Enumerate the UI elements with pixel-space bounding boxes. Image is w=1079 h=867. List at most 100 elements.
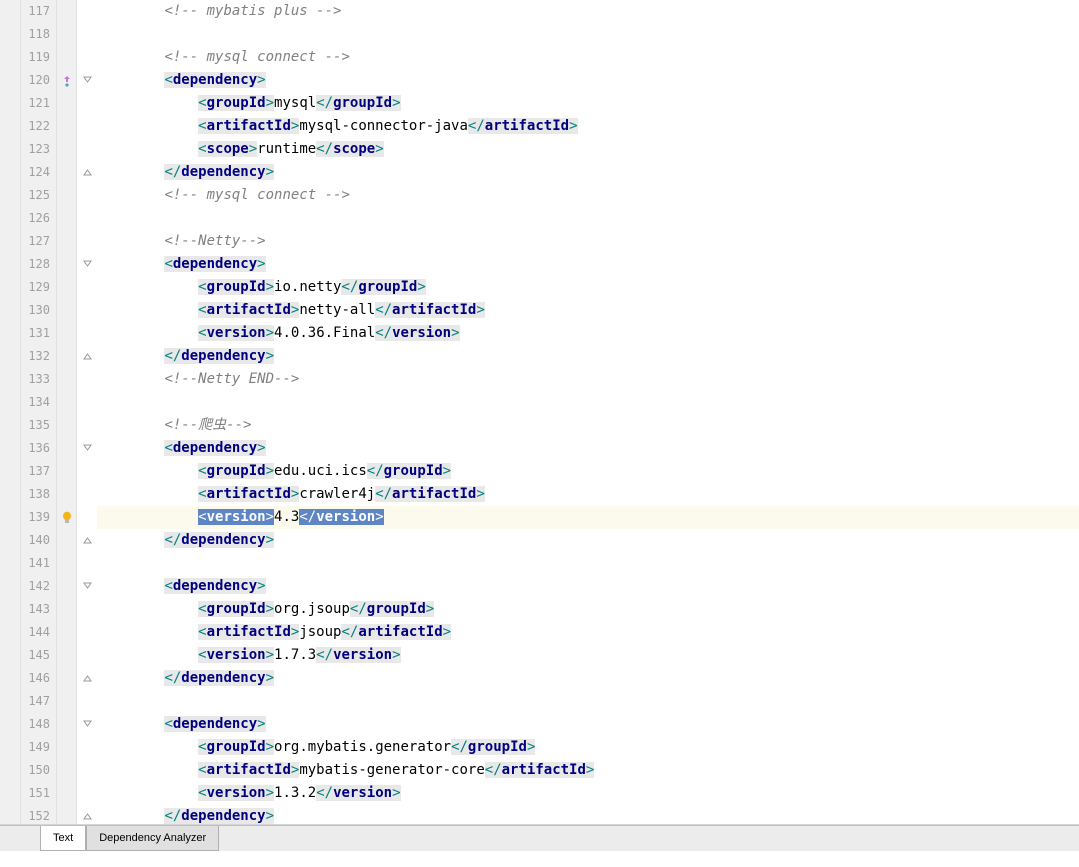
fold-start-icon[interactable] xyxy=(82,443,93,454)
fold-end-icon[interactable] xyxy=(82,351,93,362)
gutter-marker-column xyxy=(57,0,77,824)
code-content[interactable]: <!-- mybatis plus --> <!-- mysql connect… xyxy=(97,0,1079,824)
text: io.netty xyxy=(274,279,341,295)
line-number: 131 xyxy=(21,322,56,345)
text: 1.7.3 xyxy=(274,647,316,663)
line-number: 142 xyxy=(21,575,56,598)
tag: dependency xyxy=(181,532,265,548)
line-number: 128 xyxy=(21,253,56,276)
tag: artifactId xyxy=(207,486,291,502)
text: mysql xyxy=(274,95,316,111)
text: mybatis-generator-core xyxy=(299,762,484,778)
tag: artifactId xyxy=(392,302,476,318)
fold-start-icon[interactable] xyxy=(82,75,93,86)
fold-end-icon[interactable] xyxy=(82,811,93,822)
line-number: 141 xyxy=(21,552,56,575)
line-number: 119 xyxy=(21,46,56,69)
implemented-icon[interactable] xyxy=(61,75,73,87)
text: edu.uci.ics xyxy=(274,463,367,479)
line-number: 140 xyxy=(21,529,56,552)
tag: groupId xyxy=(207,739,266,755)
line-number: 125 xyxy=(21,184,56,207)
tag: dependency xyxy=(181,348,265,364)
line-number: 129 xyxy=(21,276,56,299)
text: 4.3 xyxy=(274,509,299,525)
current-line: <version>4.3</version> xyxy=(97,506,1079,529)
tag: dependency xyxy=(181,164,265,180)
fold-end-icon[interactable] xyxy=(82,535,93,546)
line-number: 150 xyxy=(21,759,56,782)
tag: version xyxy=(207,647,266,663)
text: netty-all xyxy=(299,302,375,318)
line-number: 133 xyxy=(21,368,56,391)
line-number: 145 xyxy=(21,644,56,667)
tag: groupId xyxy=(207,463,266,479)
line-number: 148 xyxy=(21,713,56,736)
fold-start-icon[interactable] xyxy=(82,259,93,270)
tag: version xyxy=(207,785,266,801)
line-number: 135 xyxy=(21,414,56,437)
fold-start-icon[interactable] xyxy=(82,581,93,592)
selection: <version> xyxy=(198,509,274,525)
line-number: 127 xyxy=(21,230,56,253)
tag: groupId xyxy=(367,601,426,617)
line-number: 130 xyxy=(21,299,56,322)
tag: artifactId xyxy=(207,624,291,640)
line-number: 136 xyxy=(21,437,56,460)
tab-text[interactable]: Text xyxy=(40,826,86,851)
tag: dependency xyxy=(173,440,257,456)
line-number: 144 xyxy=(21,621,56,644)
tag: dependency xyxy=(181,808,265,824)
tag: groupId xyxy=(358,279,417,295)
tag: groupId xyxy=(468,739,527,755)
text: runtime xyxy=(257,141,316,157)
line-number: 152 xyxy=(21,805,56,828)
text: org.jsoup xyxy=(274,601,350,617)
xml-comment: <!-- mybatis plus --> xyxy=(164,3,341,19)
code-editor: 117 118 119 120 121 122 123 124 125 126 … xyxy=(0,0,1079,825)
line-number: 137 xyxy=(21,460,56,483)
editor-bottom-tabs: Text Dependency Analyzer xyxy=(0,825,1079,851)
line-number: 149 xyxy=(21,736,56,759)
xml-comment: <!-- mysql connect --> xyxy=(164,49,349,65)
tag: dependency xyxy=(173,716,257,732)
tag: artifactId xyxy=(207,118,291,134)
fold-end-icon[interactable] xyxy=(82,673,93,684)
line-number: 138 xyxy=(21,483,56,506)
text: 1.3.2 xyxy=(274,785,316,801)
tag: artifactId xyxy=(502,762,586,778)
tag: groupId xyxy=(207,601,266,617)
intention-bulb-icon[interactable] xyxy=(61,511,73,525)
line-number: 146 xyxy=(21,667,56,690)
fold-start-icon[interactable] xyxy=(82,719,93,730)
tag: version xyxy=(207,325,266,341)
tag: dependency xyxy=(173,578,257,594)
line-number: 120 xyxy=(21,69,56,92)
line-number: 122 xyxy=(21,115,56,138)
fold-column xyxy=(77,0,97,824)
line-number: 117 xyxy=(21,0,56,23)
line-number: 126 xyxy=(21,207,56,230)
tag: version xyxy=(333,647,392,663)
tag: scope xyxy=(333,141,375,157)
line-number: 134 xyxy=(21,391,56,414)
tag: version xyxy=(333,785,392,801)
line-number-gutter: 117 118 119 120 121 122 123 124 125 126 … xyxy=(21,0,57,824)
tab-dependency-analyzer[interactable]: Dependency Analyzer xyxy=(86,826,219,851)
xml-comment: <!--Netty--> xyxy=(164,233,265,249)
selection: </version> xyxy=(299,509,383,525)
tag: artifactId xyxy=(207,302,291,318)
line-number: 123 xyxy=(21,138,56,161)
xml-comment: <!--爬虫--> xyxy=(164,417,251,433)
fold-end-icon[interactable] xyxy=(82,167,93,178)
left-margin-strip xyxy=(0,0,21,824)
text: crawler4j xyxy=(299,486,375,502)
line-number: 132 xyxy=(21,345,56,368)
text: org.mybatis.generator xyxy=(274,739,451,755)
tag: dependency xyxy=(173,256,257,272)
tag: artifactId xyxy=(207,762,291,778)
tag: version xyxy=(392,325,451,341)
line-number: 124 xyxy=(21,161,56,184)
tag: scope xyxy=(207,141,249,157)
tag: groupId xyxy=(207,279,266,295)
